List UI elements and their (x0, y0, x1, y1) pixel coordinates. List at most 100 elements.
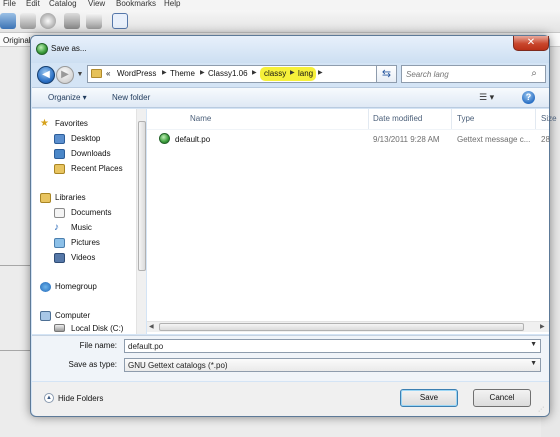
save-button[interactable]: Save (400, 389, 458, 407)
column-divider[interactable] (368, 109, 369, 129)
menu-view[interactable]: View (88, 0, 105, 8)
file-name-cell[interactable]: default.po (175, 135, 210, 144)
file-name-value[interactable]: default.po (128, 342, 163, 351)
breadcrumb-separator-icon[interactable]: ▶ (252, 69, 257, 76)
dialog-footer: ▲ Hide Folders Save Cancel ⋰ (32, 382, 549, 416)
collapse-icon[interactable]: ▲ (44, 393, 54, 403)
save-type-dropdown-icon[interactable]: ▼ (530, 360, 537, 367)
breadcrumb-theme[interactable]: Theme (170, 69, 195, 78)
save-type-label: Save as type: (68, 360, 117, 369)
background-menubar: File Edit Catalog View Bookmarks Help (0, 0, 560, 10)
breadcrumb-classy106[interactable]: Classy1.06 (208, 69, 248, 78)
file-date-cell: 9/13/2011 9:28 AM (373, 135, 440, 144)
hide-folders-label[interactable]: Hide Folders (58, 394, 103, 403)
nav-music[interactable]: Music (71, 223, 92, 232)
help-icon[interactable]: ? (522, 91, 535, 104)
horizontal-scroll-thumb[interactable] (159, 323, 524, 331)
edit-comment-icon[interactable] (86, 13, 102, 29)
breadcrumb-separator-icon[interactable]: ▶ (290, 69, 295, 76)
breadcrumb-overflow[interactable]: « (106, 69, 110, 78)
computer-icon (40, 311, 51, 321)
navigation-pane: ★ Favorites Desktop Downloads Recent Pla… (32, 109, 146, 334)
nav-local-disk[interactable]: Local Disk (C:) (71, 324, 123, 333)
original-column-header: Original (3, 36, 31, 45)
recent-locations-dropdown-icon[interactable]: ▼ (75, 69, 85, 81)
address-bar[interactable]: « WordPress ▶ Theme ▶ Classy1.06 ▶ class… (87, 65, 397, 83)
breadcrumb-separator-icon[interactable]: ▶ (162, 69, 167, 76)
search-box[interactable]: ⌕ (401, 65, 546, 83)
favorites-star-icon: ★ (40, 118, 49, 129)
desktop-icon (54, 134, 65, 144)
new-folder-button[interactable]: New folder (112, 93, 150, 102)
local-disk-icon (54, 324, 65, 332)
file-name-dropdown-icon[interactable]: ▼ (530, 341, 537, 348)
save-as-dialog: Save as... ✕ ◀ ▶ ▼ « WordPress ▶ Theme ▶… (30, 35, 557, 417)
background-toolbar (0, 10, 560, 33)
nav-libraries[interactable]: Libraries (55, 193, 86, 202)
menu-help[interactable]: Help (164, 0, 180, 8)
update-icon[interactable] (40, 13, 56, 29)
breadcrumb-separator-icon[interactable]: ▶ (318, 69, 323, 76)
folder-icon (91, 69, 102, 78)
cancel-button[interactable]: Cancel (473, 389, 531, 407)
column-type[interactable]: Type (457, 114, 474, 123)
file-name-label: File name: (79, 341, 117, 350)
nav-videos[interactable]: Videos (71, 253, 95, 262)
breadcrumb-classy[interactable]: classy (264, 69, 286, 78)
nav-pictures[interactable]: Pictures (71, 238, 100, 247)
column-size[interactable]: Size (541, 114, 557, 123)
homegroup-icon (40, 282, 51, 292)
file-type-cell: Gettext message c... (457, 135, 531, 144)
downloads-icon (54, 149, 65, 159)
file-size-cell: 28 (541, 135, 550, 144)
nav-desktop[interactable]: Desktop (71, 134, 100, 143)
column-divider[interactable] (451, 109, 452, 129)
nav-pane-scroll-thumb[interactable] (138, 121, 146, 271)
videos-icon (54, 253, 65, 263)
libraries-icon (40, 193, 51, 203)
nav-homegroup[interactable]: Homegroup (55, 282, 97, 291)
save-options-area: File name: default.po ▼ Save as type: GN… (32, 335, 549, 381)
breadcrumb-separator-icon[interactable]: ▶ (200, 69, 205, 76)
nav-recent-places[interactable]: Recent Places (71, 164, 123, 173)
menu-catalog[interactable]: Catalog (49, 0, 77, 8)
save-type-select[interactable]: GNU Gettext catalogs (*.po) ▼ (124, 358, 541, 372)
scroll-right-icon[interactable]: ▶ (540, 323, 545, 330)
search-input[interactable] (404, 68, 524, 80)
header-rule (147, 129, 549, 130)
resize-grip-icon[interactable]: ⋰ (538, 406, 544, 413)
save-type-value[interactable]: GNU Gettext catalogs (*.po) (128, 361, 228, 370)
save-icon[interactable] (20, 13, 36, 29)
refresh-icon[interactable]: ⇆ (376, 65, 397, 83)
open-icon[interactable] (0, 13, 16, 29)
back-arrow-icon[interactable]: ◀ (37, 66, 55, 84)
search-icon[interactable]: ⌕ (528, 68, 540, 80)
forward-arrow-icon[interactable]: ▶ (56, 66, 74, 84)
po-file-icon (159, 133, 170, 144)
nav-pane-scrollbar[interactable] (136, 109, 146, 334)
column-divider[interactable] (535, 109, 536, 129)
poedit-app-icon (36, 43, 48, 55)
pictures-icon (54, 238, 65, 248)
scroll-left-icon[interactable]: ◀ (149, 323, 154, 330)
validate-icon[interactable] (64, 13, 80, 29)
nav-downloads[interactable]: Downloads (71, 149, 111, 158)
breadcrumb-wordpress[interactable]: WordPress (117, 69, 156, 78)
file-list: Name Date modified Type Size default.po … (147, 109, 557, 334)
column-name[interactable]: Name (190, 114, 211, 123)
menu-file[interactable]: File (3, 0, 16, 8)
change-view-icon[interactable]: ☰ ▾ (479, 92, 503, 104)
breadcrumb-lang[interactable]: lang (298, 69, 313, 78)
nav-documents[interactable]: Documents (71, 208, 111, 217)
menu-bookmarks[interactable]: Bookmarks (116, 0, 156, 8)
dialog-titlebar[interactable]: Save as... ✕ (31, 36, 549, 63)
nav-favorites[interactable]: Favorites (55, 119, 88, 128)
fullscreen-icon[interactable] (112, 13, 128, 29)
menu-edit[interactable]: Edit (26, 0, 40, 8)
file-name-field[interactable]: default.po ▼ (124, 339, 541, 353)
organize-button[interactable]: Organize ▾ (48, 93, 87, 102)
nav-computer[interactable]: Computer (55, 311, 90, 320)
file-list-horizontal-scrollbar[interactable]: ◀ ▶ (147, 321, 549, 332)
close-button[interactable]: ✕ (513, 36, 549, 51)
column-date-modified[interactable]: Date modified (373, 114, 422, 123)
